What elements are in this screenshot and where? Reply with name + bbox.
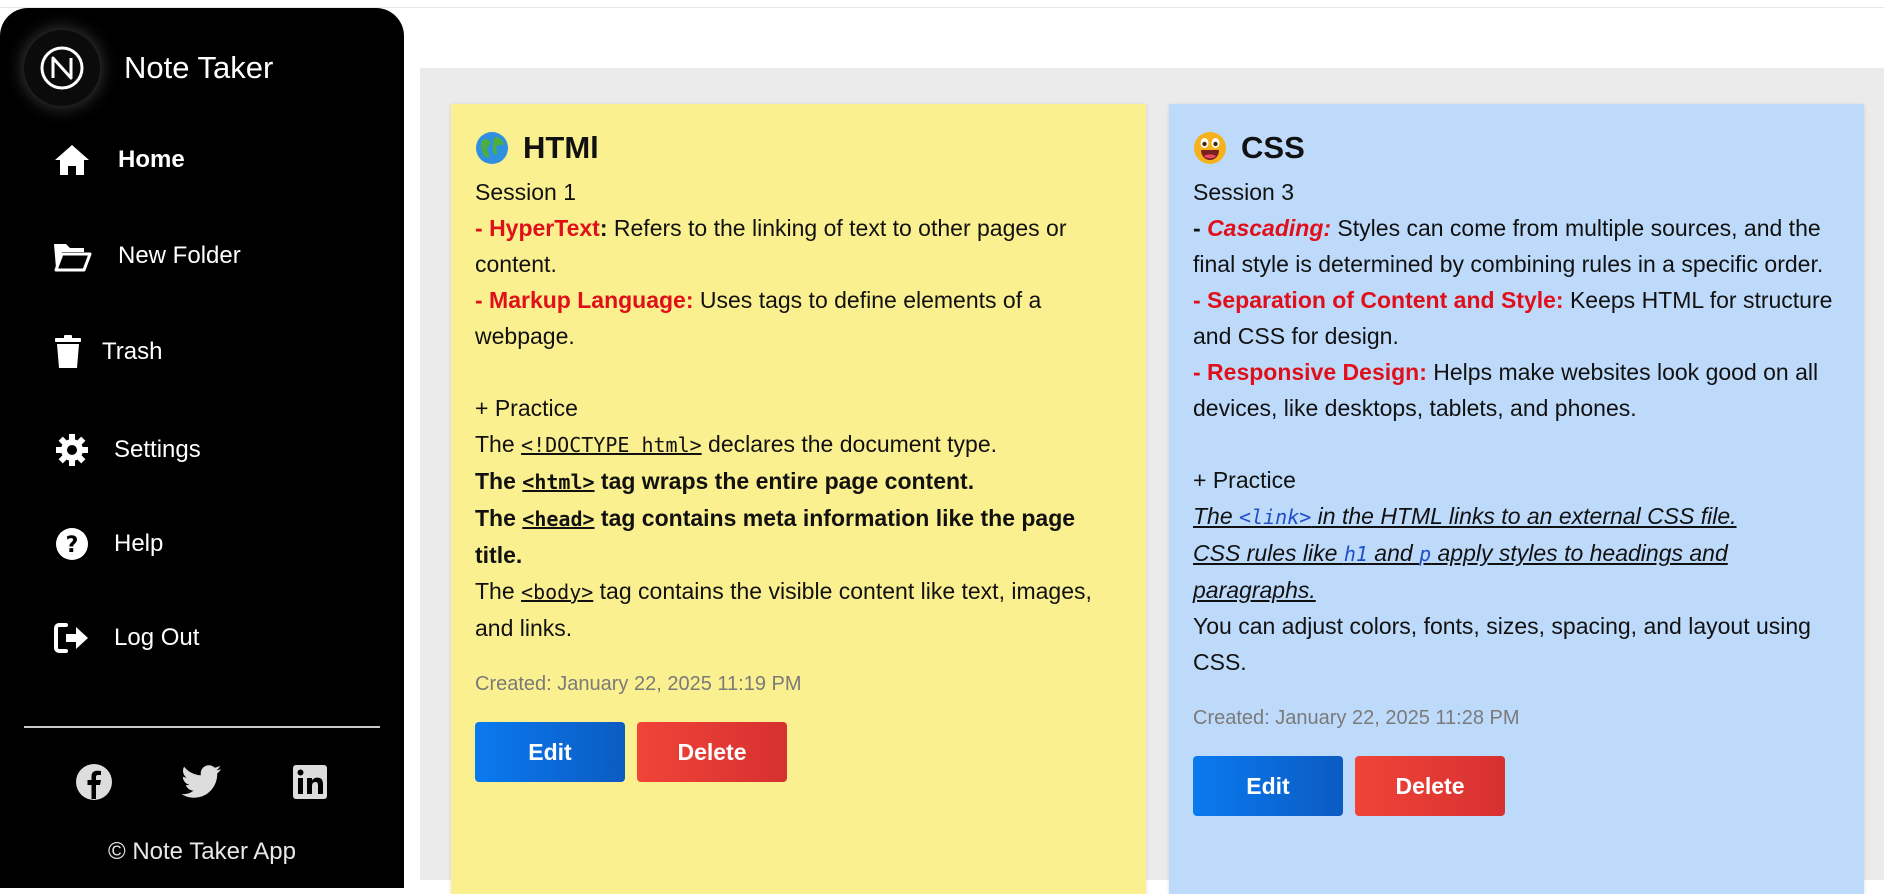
note-line: The <body> tag contains the visible cont…	[475, 578, 1092, 641]
copyright-text: © Note Taker App	[107, 838, 296, 865]
note-line: - Responsive Design: Helps make websites…	[1193, 359, 1819, 421]
nav-label-new-folder: New Folder	[118, 242, 241, 269]
note-title: HTMl	[475, 130, 1122, 166]
svg-text:?: ?	[66, 533, 79, 558]
folder-open-icon	[52, 236, 92, 276]
note-line: You can adjust colors, fonts, sizes, spa…	[1193, 613, 1811, 675]
note-session: Session 3	[1193, 179, 1295, 205]
note-line: - Markup Language: Uses tags to define e…	[475, 287, 1042, 349]
note-actions: Edit Delete	[1193, 756, 1840, 816]
sidebar-divider	[24, 726, 380, 728]
home-icon	[52, 140, 92, 180]
note-session: Session 1	[475, 179, 577, 205]
gear-icon	[52, 430, 92, 470]
nav-item-logout[interactable]: Log Out	[52, 618, 199, 658]
nav-item-help[interactable]: ? Help	[52, 524, 163, 564]
note-line: The <link> in the HTML links to an exter…	[1193, 503, 1737, 529]
nav-label-settings: Settings	[114, 436, 201, 463]
note-title: CSS	[1193, 130, 1840, 166]
social-links	[0, 760, 404, 804]
note-card: CSS Session 3 - Cascading: Styles can co…	[1169, 104, 1864, 894]
note-practice-heading: + Practice	[475, 395, 578, 421]
nav-item-home[interactable]: Home	[52, 140, 185, 180]
nav-item-settings[interactable]: Settings	[52, 430, 201, 470]
globe-icon	[475, 131, 509, 165]
delete-button[interactable]: Delete	[1355, 756, 1505, 816]
note-title-text: CSS	[1241, 130, 1305, 165]
note-created-date: Created: January 22, 2025 11:19 PM	[475, 673, 802, 695]
note-title-text: HTMl	[523, 130, 599, 165]
app-title: Note Taker	[124, 50, 274, 85]
nav-label-trash: Trash	[102, 338, 163, 365]
note-line: CSS rules like h1 and p apply styles to …	[1193, 540, 1728, 603]
nav-label-help: Help	[114, 530, 164, 557]
note-line: The <!DOCTYPE html> declares the documen…	[475, 431, 997, 457]
note-line: The <head> tag contains meta information…	[475, 505, 1076, 568]
edit-button[interactable]: Edit	[475, 722, 625, 782]
note-created-date: Created: January 22, 2025 11:28 PM	[1193, 707, 1520, 729]
note-line: - Separation of Content and Style: Keeps…	[1193, 287, 1833, 349]
nav-item-new-folder[interactable]: New Folder	[52, 236, 241, 276]
nav-item-trash[interactable]: Trash	[52, 332, 162, 372]
note-practice-heading: + Practice	[1193, 467, 1296, 493]
note-line: - HyperText: Refers to the linking of te…	[475, 215, 1067, 277]
logout-icon	[52, 618, 92, 658]
edit-button[interactable]: Edit	[1193, 756, 1343, 816]
app-logo-icon	[24, 30, 100, 106]
delete-button[interactable]: Delete	[637, 722, 787, 782]
note-actions: Edit Delete	[475, 722, 1122, 782]
sidebar: Note Taker Home New Folder Trash Setting…	[0, 8, 404, 888]
note-line: The <html> tag wraps the entire page con…	[475, 468, 975, 494]
help-circle-icon: ?	[52, 524, 92, 564]
top-bar	[0, 0, 1884, 8]
note-card: HTMl Session 1 - HyperText: Refers to th…	[451, 104, 1146, 894]
note-line: - Cascading: Styles can come from multip…	[1193, 215, 1824, 277]
trash-icon	[52, 332, 84, 372]
brand[interactable]: Note Taker	[24, 30, 273, 106]
twitter-icon[interactable]	[180, 760, 224, 804]
facebook-icon[interactable]	[72, 760, 116, 804]
linkedin-icon[interactable]	[288, 760, 332, 804]
grinning-face-icon	[1193, 131, 1227, 165]
nav-label-home: Home	[118, 146, 185, 173]
nav-label-logout: Log Out	[114, 624, 200, 651]
